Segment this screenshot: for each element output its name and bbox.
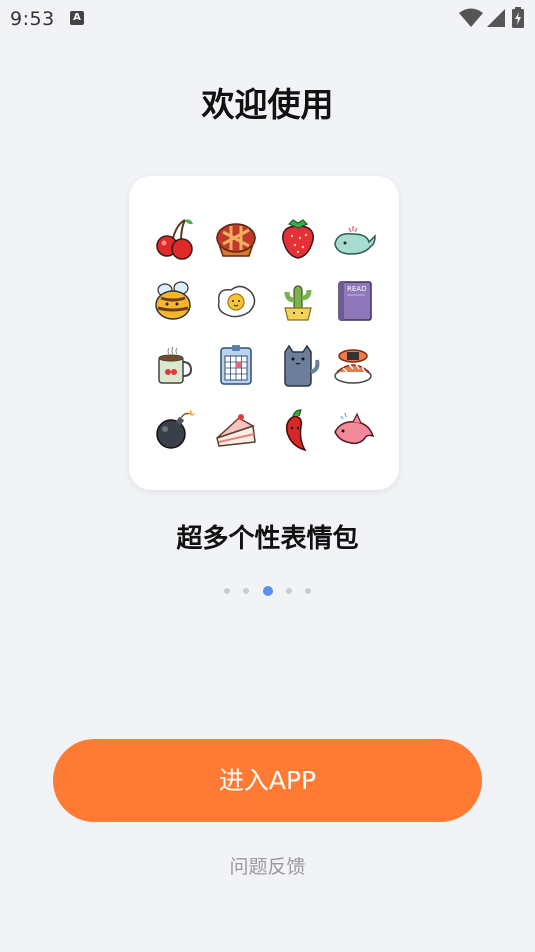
pie-icon bbox=[215, 223, 257, 257]
coffee-mug-icon bbox=[158, 346, 193, 384]
strawberry-icon bbox=[282, 219, 314, 259]
pager-dot bbox=[285, 587, 292, 594]
page-title: 欢迎使用 bbox=[201, 85, 334, 124]
pager-dot bbox=[224, 587, 231, 594]
book-icon: READ bbox=[338, 281, 372, 321]
pager-dot bbox=[243, 587, 250, 594]
bomb-icon bbox=[156, 409, 196, 449]
cactus-icon bbox=[284, 285, 312, 321]
sushi-icon bbox=[334, 349, 372, 384]
cat-icon bbox=[284, 344, 320, 387]
feature-caption: 超多个性表情包 bbox=[176, 524, 359, 554]
status-time: 9:53 bbox=[10, 8, 55, 30]
dolphin-icon bbox=[334, 412, 375, 445]
enter-app-button[interactable]: 进入APP bbox=[53, 739, 482, 822]
status-bar: 9:53 A bbox=[0, 0, 535, 38]
pager-indicator bbox=[0, 580, 535, 599]
fried-egg-icon bbox=[217, 285, 256, 318]
pager-dot-active bbox=[262, 585, 273, 596]
cherry-icon bbox=[156, 219, 193, 260]
sticker-preview-card: READ bbox=[129, 176, 399, 490]
feedback-link[interactable]: 问题反馈 bbox=[0, 852, 535, 879]
pager-dot bbox=[304, 587, 311, 594]
signal-icon bbox=[487, 9, 505, 27]
calendar-icon bbox=[220, 345, 252, 385]
chili-pepper-icon bbox=[285, 409, 307, 452]
bee-icon bbox=[155, 281, 191, 320]
svg-text:READ: READ bbox=[347, 285, 366, 293]
battery-icon bbox=[512, 7, 524, 28]
whale-icon bbox=[334, 226, 376, 255]
cake-slice-icon bbox=[216, 414, 256, 447]
a-icon: A bbox=[70, 11, 84, 25]
wifi-icon bbox=[459, 8, 483, 27]
